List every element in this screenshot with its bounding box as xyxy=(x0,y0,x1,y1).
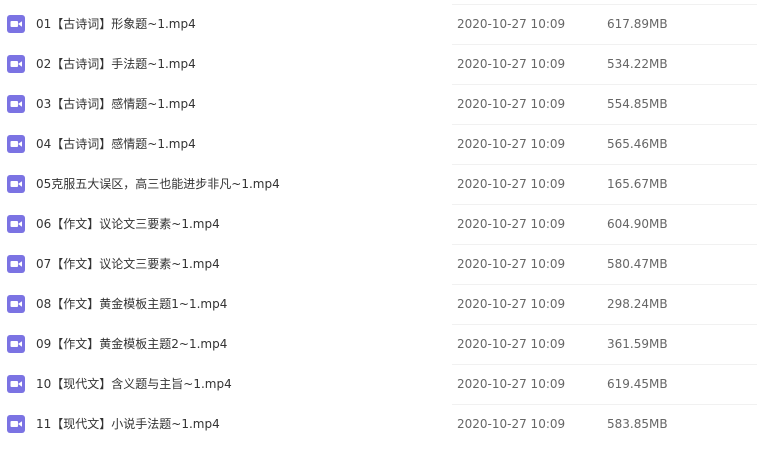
file-date: 2020-10-27 10:09 xyxy=(457,417,566,431)
file-name[interactable]: 07【作文】议论文三要素~1.mp4 xyxy=(36,244,220,284)
file-name[interactable]: 02【古诗词】手法题~1.mp4 xyxy=(36,44,196,84)
file-row[interactable]: 11【现代文】小说手法题~1.mp4 2020-10-27 10:09 583.… xyxy=(0,404,757,444)
file-date: 2020-10-27 10:09 xyxy=(457,337,566,351)
file-row[interactable]: 08【作文】黄金模板主题1~1.mp4 2020-10-27 10:09 298… xyxy=(0,284,757,324)
file-name[interactable]: 04【古诗词】感情题~1.mp4 xyxy=(36,124,196,164)
file-row[interactable]: 06【作文】议论文三要素~1.mp4 2020-10-27 10:09 604.… xyxy=(0,204,757,244)
file-date: 2020-10-27 10:09 xyxy=(457,97,566,111)
file-size: 619.45MB xyxy=(607,377,668,391)
video-file-icon xyxy=(7,295,25,313)
video-file-icon xyxy=(7,415,25,433)
file-row[interactable]: 04【古诗词】感情题~1.mp4 2020-10-27 10:09 565.46… xyxy=(0,124,757,164)
video-file-icon xyxy=(7,55,25,73)
file-size: 165.67MB xyxy=(607,177,668,191)
file-size: 565.46MB xyxy=(607,137,668,151)
file-name[interactable]: 03【古诗词】感情题~1.mp4 xyxy=(36,84,196,124)
file-size: 554.85MB xyxy=(607,97,668,111)
file-name[interactable]: 09【作文】黄金模板主题2~1.mp4 xyxy=(36,324,227,364)
video-file-icon xyxy=(7,215,25,233)
file-size: 583.85MB xyxy=(607,417,668,431)
file-name[interactable]: 06【作文】议论文三要素~1.mp4 xyxy=(36,204,220,244)
file-row[interactable]: 09【作文】黄金模板主题2~1.mp4 2020-10-27 10:09 361… xyxy=(0,324,757,364)
file-date: 2020-10-27 10:09 xyxy=(457,177,566,191)
file-date: 2020-10-27 10:09 xyxy=(457,17,566,31)
video-file-icon xyxy=(7,135,25,153)
video-file-icon xyxy=(7,335,25,353)
file-size: 604.90MB xyxy=(607,217,668,231)
file-row[interactable]: 01【古诗词】形象题~1.mp4 2020-10-27 10:09 617.89… xyxy=(0,4,757,44)
video-file-icon xyxy=(7,375,25,393)
file-size: 534.22MB xyxy=(607,57,668,71)
file-date: 2020-10-27 10:09 xyxy=(457,137,566,151)
file-list: 01【古诗词】形象题~1.mp4 2020-10-27 10:09 617.89… xyxy=(0,4,757,444)
file-date: 2020-10-27 10:09 xyxy=(457,217,566,231)
file-name[interactable]: 10【现代文】含义题与主旨~1.mp4 xyxy=(36,364,232,404)
file-date: 2020-10-27 10:09 xyxy=(457,257,566,271)
video-file-icon xyxy=(7,95,25,113)
file-date: 2020-10-27 10:09 xyxy=(457,297,566,311)
video-file-icon xyxy=(7,255,25,273)
file-row[interactable]: 05克服五大误区，高三也能进步非凡~1.mp4 2020-10-27 10:09… xyxy=(0,164,757,204)
video-file-icon xyxy=(7,15,25,33)
file-row[interactable]: 07【作文】议论文三要素~1.mp4 2020-10-27 10:09 580.… xyxy=(0,244,757,284)
file-size: 298.24MB xyxy=(607,297,668,311)
video-file-icon xyxy=(7,175,25,193)
file-name[interactable]: 01【古诗词】形象题~1.mp4 xyxy=(36,4,196,44)
file-size: 361.59MB xyxy=(607,337,668,351)
file-date: 2020-10-27 10:09 xyxy=(457,377,566,391)
file-size: 617.89MB xyxy=(607,17,668,31)
file-name[interactable]: 11【现代文】小说手法题~1.mp4 xyxy=(36,404,220,444)
file-row[interactable]: 02【古诗词】手法题~1.mp4 2020-10-27 10:09 534.22… xyxy=(0,44,757,84)
file-name[interactable]: 05克服五大误区，高三也能进步非凡~1.mp4 xyxy=(36,164,280,204)
file-size: 580.47MB xyxy=(607,257,668,271)
file-name[interactable]: 08【作文】黄金模板主题1~1.mp4 xyxy=(36,284,227,324)
file-date: 2020-10-27 10:09 xyxy=(457,57,566,71)
file-row[interactable]: 03【古诗词】感情题~1.mp4 2020-10-27 10:09 554.85… xyxy=(0,84,757,124)
file-row[interactable]: 10【现代文】含义题与主旨~1.mp4 2020-10-27 10:09 619… xyxy=(0,364,757,404)
